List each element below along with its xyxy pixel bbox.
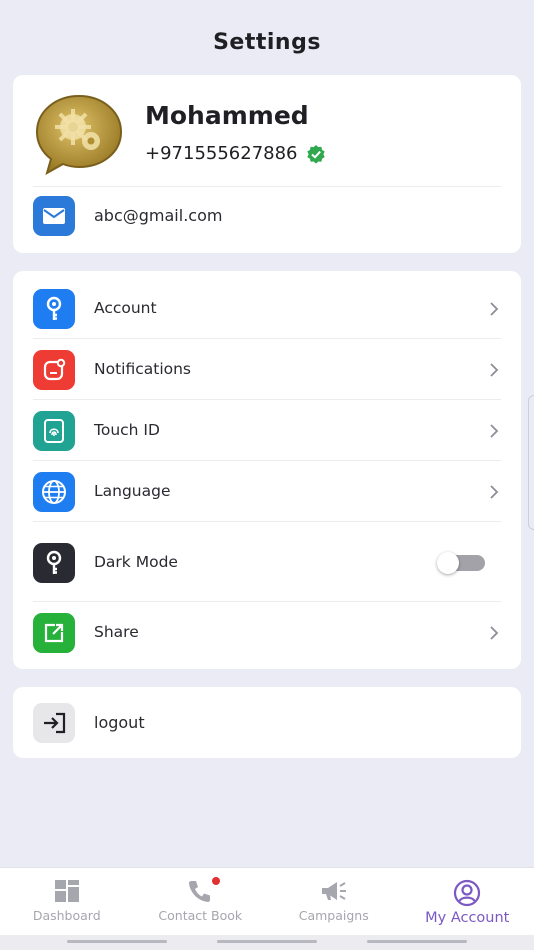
tab-label: Campaigns (298, 908, 369, 923)
verified-badge-icon (306, 144, 325, 164)
gear-chat-logo-icon (35, 94, 123, 176)
logout-icon (33, 703, 75, 743)
profile-card: Mohammed +971555627886 abc@gmail.com (13, 75, 521, 253)
menu-item-label: Touch ID (94, 421, 160, 439)
mail-icon (33, 196, 75, 236)
key-icon (33, 543, 75, 583)
tab-label: My Account (425, 910, 510, 926)
menu-item-account[interactable]: Account (13, 278, 521, 339)
chevron-right-icon (490, 626, 499, 640)
system-nav-bar (0, 935, 534, 950)
chevron-right-icon (490, 424, 499, 438)
globe-icon (33, 472, 75, 512)
key-icon (33, 289, 75, 329)
menu-item-notifications[interactable]: Notifications (13, 339, 521, 400)
share-icon (33, 613, 75, 653)
bottom-tab-bar: Dashboard Contact Book Campaigns My Acco… (0, 867, 534, 935)
tab-contact-book[interactable]: Contact Book (134, 868, 268, 935)
edge-handle[interactable] (528, 395, 534, 530)
profile-email[interactable]: abc@gmail.com (94, 206, 222, 225)
megaphone-icon (321, 882, 346, 900)
menu-item-label: Language (94, 482, 171, 500)
notification-dot (211, 877, 220, 885)
dashboard-icon (54, 880, 79, 902)
phone-row: +971555627886 (145, 143, 326, 164)
tab-campaigns[interactable]: Campaigns (267, 868, 401, 935)
menu-item-language[interactable]: Language (13, 461, 521, 522)
logout-label: logout (94, 713, 145, 732)
menu-item-share[interactable]: Share (13, 602, 521, 663)
settings-menu: Account Notifications Touch ID Language … (13, 271, 521, 669)
avatar[interactable] (33, 93, 125, 176)
logout-button[interactable]: logout (13, 687, 521, 758)
page-title: Settings (213, 30, 321, 55)
tab-label: Contact Book (158, 908, 243, 923)
menu-item-touch-id[interactable]: Touch ID (13, 400, 521, 461)
menu-item-label: Share (94, 623, 139, 641)
fingerprint-icon (33, 411, 75, 451)
profile-name: Mohammed (145, 101, 309, 130)
tab-dashboard[interactable]: Dashboard (0, 868, 134, 935)
divider (33, 186, 501, 187)
chevron-right-icon (490, 302, 499, 316)
tab-label: Dashboard (32, 908, 101, 923)
chevron-right-icon (490, 485, 499, 499)
tab-my-account[interactable]: My Account (401, 868, 534, 935)
profile-phone: +971555627886 (145, 143, 298, 164)
user-icon (454, 879, 481, 907)
menu-item-label: Account (94, 299, 157, 317)
menu-item-label: Notifications (94, 360, 192, 378)
menu-item-label: Dark Mode (94, 553, 178, 571)
menu-item-dark-mode: Dark Mode (13, 522, 521, 602)
dark-mode-toggle[interactable] (437, 552, 485, 574)
phone-icon (189, 881, 211, 902)
chevron-right-icon (490, 363, 499, 377)
notification-icon (33, 350, 75, 390)
